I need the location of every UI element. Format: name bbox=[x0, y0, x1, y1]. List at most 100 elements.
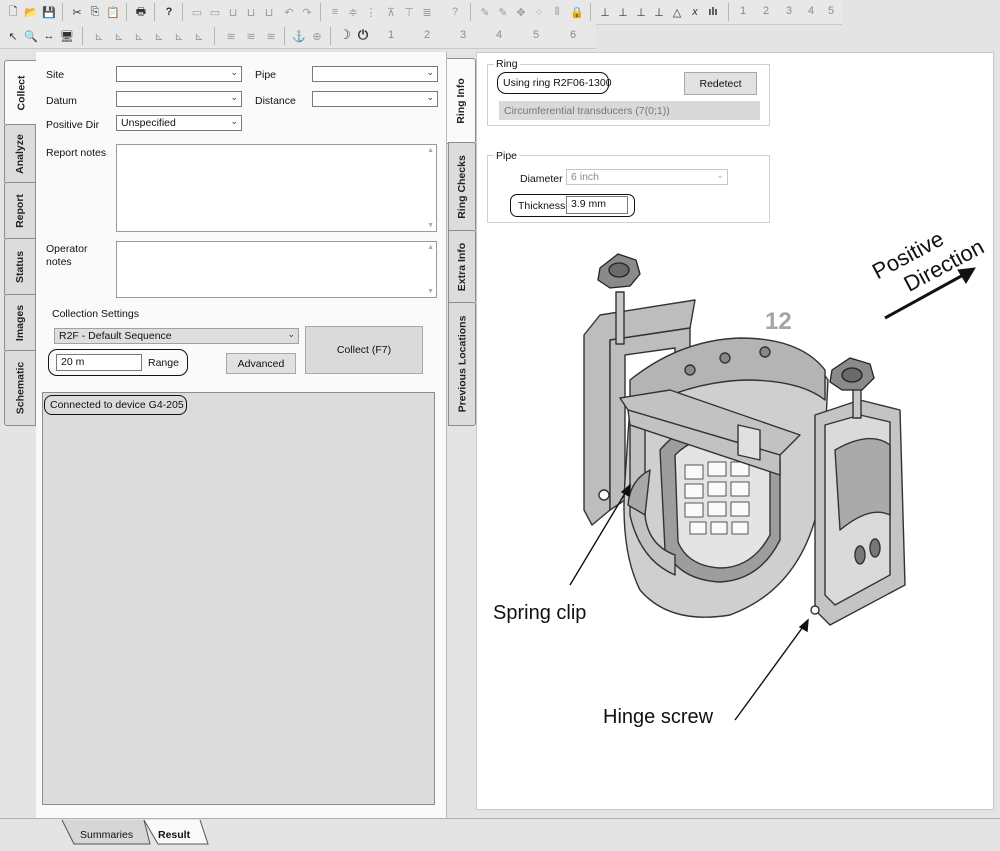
tab-summaries[interactable]: Summaries bbox=[80, 829, 133, 841]
zoom-icon[interactable]: 🔍 bbox=[24, 29, 38, 43]
tab-ring-checks[interactable]: Ring Checks bbox=[448, 142, 476, 232]
undo-icon[interactable]: ↶ bbox=[282, 5, 296, 19]
gate-icon[interactable]: ⊾ bbox=[152, 29, 166, 43]
toolbar-number[interactable]: 4 bbox=[496, 29, 502, 41]
using-ring-text: Using ring R2F06-1300 bbox=[503, 77, 612, 89]
tab-collect[interactable]: Collect bbox=[4, 60, 37, 126]
marker-icon[interactable]: ✥ bbox=[514, 5, 528, 19]
pointer-icon[interactable]: ↖ bbox=[6, 29, 20, 43]
power-icon[interactable]: ⏻ bbox=[356, 27, 370, 42]
gate-icon[interactable]: ⊥ bbox=[616, 5, 630, 19]
tool-icon[interactable]: ⊔ bbox=[226, 5, 240, 19]
site-select[interactable]: ⌄ bbox=[116, 66, 242, 82]
secondary-toolbar: ↖ 🔍 ↔ 🖥 ⊾ ⊾ ⊾ ⊾ ⊾ ⊾ ≋ ≋ ≋ ⚓ ⊕ ☽ ⏻ 1 2 3 … bbox=[0, 24, 596, 49]
marker-icon[interactable]: ⁘ bbox=[532, 5, 546, 19]
marker-icon[interactable]: ✎ bbox=[478, 5, 492, 19]
gate-icon[interactable]: ⊾ bbox=[92, 29, 106, 43]
filter-icon[interactable]: ≋ bbox=[264, 29, 278, 43]
filter-icon[interactable]: ≋ bbox=[224, 29, 238, 43]
align-icon[interactable]: ≡ bbox=[328, 5, 342, 19]
gate-icon[interactable]: ⊥ bbox=[652, 5, 666, 19]
anchor-icon[interactable]: ⚓ bbox=[292, 29, 306, 43]
toolbar-number[interactable]: 5 bbox=[828, 5, 834, 17]
gate-icon[interactable]: ⊾ bbox=[172, 29, 186, 43]
tab-extra-info[interactable]: Extra Info bbox=[448, 230, 476, 304]
toolbar-number[interactable]: 4 bbox=[808, 5, 814, 17]
diameter-select[interactable]: 6 inch ⌄ bbox=[566, 169, 728, 185]
tool-icon[interactable]: ⊔ bbox=[244, 5, 258, 19]
tab-report[interactable]: Report bbox=[4, 182, 36, 240]
help-icon[interactable]: ? bbox=[162, 5, 176, 19]
toolbar-number[interactable]: 3 bbox=[786, 5, 792, 17]
chevron-down-icon: ⌄ bbox=[426, 92, 434, 102]
new-icon[interactable]: 🗋 bbox=[6, 5, 20, 19]
thickness-input[interactable]: 3.9 mm bbox=[566, 196, 628, 214]
advanced-button[interactable]: Advanced bbox=[226, 353, 296, 374]
chart-icon[interactable]: ılı bbox=[706, 5, 720, 19]
tool-icon[interactable]: ▭ bbox=[190, 5, 204, 19]
triangle-icon[interactable]: △ bbox=[670, 5, 684, 19]
align-icon[interactable]: ≣ bbox=[420, 5, 434, 19]
query-icon[interactable]: ? bbox=[448, 5, 462, 19]
datum-label: Datum bbox=[46, 95, 77, 107]
align-icon[interactable]: ⊼ bbox=[384, 5, 398, 19]
operator-notes-textarea[interactable]: ▲ ▼ bbox=[116, 241, 437, 298]
tool-icon[interactable]: ⊔ bbox=[262, 5, 276, 19]
print-icon[interactable]: 🖶 bbox=[134, 5, 148, 19]
filter-icon[interactable]: ≋ bbox=[244, 29, 258, 43]
align-icon[interactable]: ⊤ bbox=[402, 5, 416, 19]
open-icon[interactable]: 📂 bbox=[24, 5, 38, 19]
tab-result[interactable]: Result bbox=[158, 829, 190, 841]
toolbar-number[interactable]: 2 bbox=[424, 29, 430, 41]
ring-diagram bbox=[569, 253, 976, 721]
positive-dir-select[interactable]: Unspecified ⌄ bbox=[116, 115, 242, 131]
distance-select[interactable]: ⌄ bbox=[312, 91, 438, 107]
x-icon[interactable]: x bbox=[688, 5, 702, 19]
monitor-icon[interactable]: 🖥 bbox=[60, 29, 74, 43]
target-icon[interactable]: ⊕ bbox=[310, 29, 324, 43]
align-icon[interactable]: ⋮ bbox=[364, 5, 378, 19]
copy-icon[interactable]: ⎘ bbox=[88, 5, 102, 19]
align-icon[interactable]: ≑ bbox=[346, 5, 360, 19]
toolbar-number[interactable]: 1 bbox=[388, 29, 394, 41]
toolbar-number[interactable]: 1 bbox=[740, 5, 746, 17]
chevron-down-icon: ⌄ bbox=[426, 67, 434, 77]
gate-icon[interactable]: ⊾ bbox=[132, 29, 146, 43]
collect-button[interactable]: Collect (F7) bbox=[305, 326, 423, 374]
range-input[interactable]: 20 m bbox=[56, 354, 142, 371]
tab-previous-locations[interactable]: Previous Locations bbox=[448, 302, 476, 426]
tool-icon[interactable]: ▭ bbox=[208, 5, 222, 19]
marker-icon[interactable]: ✎ bbox=[496, 5, 510, 19]
cut-icon[interactable]: ✂ bbox=[70, 5, 84, 19]
gate-icon[interactable]: ⊥ bbox=[598, 5, 612, 19]
toolbar-number[interactable]: 3 bbox=[460, 29, 466, 41]
lock-icon[interactable]: 🔒 bbox=[570, 5, 584, 19]
tab-status[interactable]: Status bbox=[4, 238, 36, 296]
toolbar-number[interactable]: 2 bbox=[763, 5, 769, 17]
paste-icon[interactable]: 📋 bbox=[106, 5, 120, 19]
chevron-down-icon: ⌄ bbox=[716, 170, 724, 180]
sequence-select[interactable]: R2F - Default Sequence ⌄ bbox=[54, 328, 299, 344]
marker-icon[interactable]: ⫴ bbox=[550, 5, 564, 19]
gate-icon[interactable]: ⊾ bbox=[112, 29, 126, 43]
hinge-screw-label: Hinge screw bbox=[603, 706, 714, 728]
datum-select[interactable]: ⌄ bbox=[116, 91, 242, 107]
redo-icon[interactable]: ↷ bbox=[300, 5, 314, 19]
ring-group-label: Ring bbox=[494, 58, 520, 70]
tab-analyze[interactable]: Analyze bbox=[4, 124, 36, 184]
width-icon[interactable]: ↔ bbox=[42, 29, 56, 43]
tab-ring-info[interactable]: Ring Info bbox=[447, 58, 476, 144]
toolbar-number[interactable]: 6 bbox=[570, 29, 576, 41]
gate-icon[interactable]: ⊥ bbox=[634, 5, 648, 19]
tab-schematic[interactable]: Schematic bbox=[4, 350, 36, 426]
tab-images[interactable]: Images bbox=[4, 294, 36, 352]
toolbar-number[interactable]: 5 bbox=[533, 29, 539, 41]
device-status: Connected to device G4-205 bbox=[50, 399, 184, 411]
redetect-button[interactable]: Redetect bbox=[684, 72, 757, 95]
pipe-select[interactable]: ⌄ bbox=[312, 66, 438, 82]
report-notes-textarea[interactable]: ▲ ▼ bbox=[116, 144, 437, 232]
pipe-group-label: Pipe bbox=[494, 150, 520, 162]
gate-icon[interactable]: ⊾ bbox=[192, 29, 206, 43]
moon-icon[interactable]: ☽ bbox=[338, 27, 352, 42]
save-icon[interactable]: 💾 bbox=[42, 5, 56, 19]
